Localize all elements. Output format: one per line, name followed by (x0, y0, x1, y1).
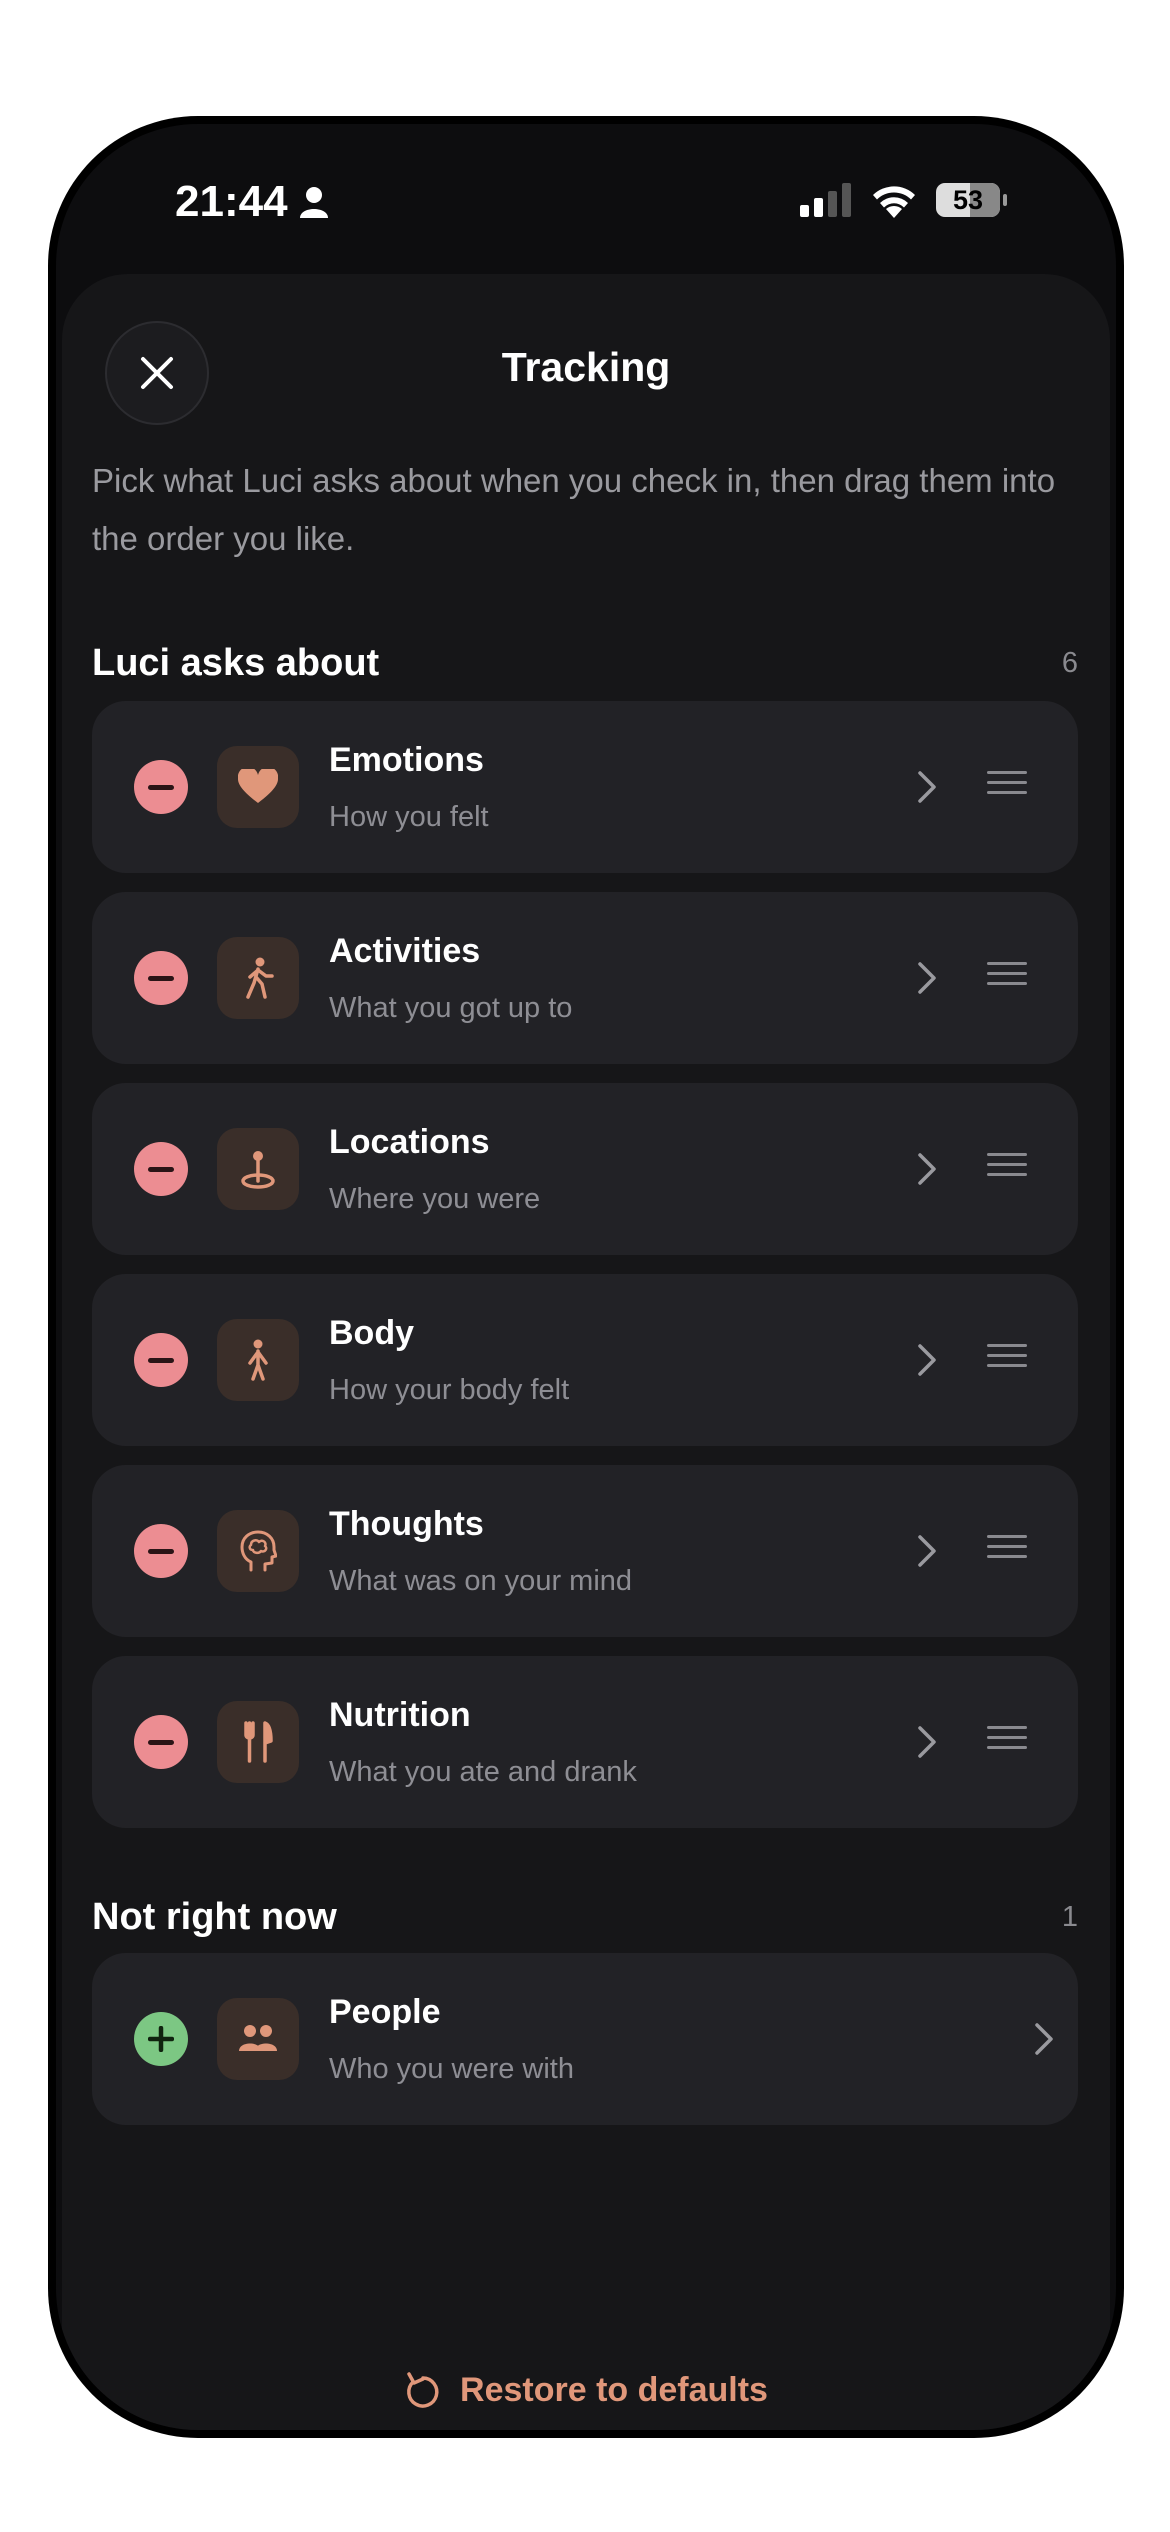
walking-icon (217, 937, 299, 1019)
battery-level: 53 (952, 184, 984, 215)
tracking-item-locations[interactable]: Locations Where you were (92, 1083, 1078, 1255)
item-subtitle: What you ate and drank (329, 1756, 637, 1788)
people-icon (217, 1998, 299, 2080)
status-time: 21:44 (175, 177, 328, 227)
item-title: Body (329, 1314, 414, 1352)
item-subtitle: How you felt (329, 801, 489, 833)
remove-button[interactable] (134, 1142, 188, 1196)
fork-knife-icon (217, 1701, 299, 1783)
item-subtitle: Who you were with (329, 2053, 574, 2085)
drag-handle-icon[interactable] (987, 1153, 1027, 1185)
heart-icon (217, 746, 299, 828)
chevron-right-icon[interactable] (907, 952, 947, 1004)
remove-button[interactable] (134, 760, 188, 814)
inactive-section-header: Not right now 1 (92, 1896, 1078, 1939)
page-description: Pick what Luci asks about when you check… (92, 462, 1056, 557)
item-title: Emotions (329, 741, 484, 779)
item-title: Locations (329, 1123, 490, 1161)
tracking-item-emotions[interactable]: Emotions How you felt (92, 701, 1078, 873)
tracking-item-nutrition[interactable]: Nutrition What you ate and drank (92, 1656, 1078, 1828)
drag-handle-icon[interactable] (987, 1535, 1027, 1567)
tracking-item-people[interactable]: People Who you were with (92, 1953, 1078, 2125)
remove-button[interactable] (134, 1715, 188, 1769)
wifi-icon (873, 186, 915, 218)
remove-button[interactable] (134, 1333, 188, 1387)
item-subtitle: Where you were (329, 1183, 541, 1215)
clock: 21:44 (175, 177, 288, 226)
remove-button[interactable] (134, 1524, 188, 1578)
section-title: Luci asks about (92, 642, 380, 684)
tracking-item-body[interactable]: Body How your body felt (92, 1274, 1078, 1446)
drag-handle-icon[interactable] (987, 1344, 1027, 1376)
item-title: Activities (329, 932, 481, 970)
status-icons: 53 (800, 182, 1007, 218)
page-title: Tracking (501, 344, 671, 390)
tracking-sheet: Tracking Pick what Luci asks about when … (62, 274, 1110, 2430)
add-button[interactable] (134, 2012, 188, 2066)
chevron-right-icon[interactable] (1024, 2013, 1064, 2065)
drag-handle-icon[interactable] (987, 1726, 1027, 1758)
drag-handle-icon[interactable] (987, 962, 1027, 994)
battery-indicator: 53 (936, 183, 1007, 217)
item-title: People (329, 1993, 441, 2031)
restore-icon (407, 2372, 439, 2408)
chevron-right-icon[interactable] (907, 1525, 947, 1577)
drag-handle-icon[interactable] (987, 771, 1027, 803)
chevron-right-icon[interactable] (907, 1716, 947, 1768)
chevron-right-icon[interactable] (907, 1143, 947, 1195)
brain-head-icon (217, 1510, 299, 1592)
item-subtitle: How your body felt (329, 1374, 570, 1406)
plus-icon (148, 2026, 174, 2052)
section-count: 6 (1061, 647, 1078, 679)
person-icon (299, 187, 328, 218)
restore-label: Restore to defaults (460, 2370, 768, 2409)
active-section-header: Luci asks about 6 (92, 642, 1078, 685)
status-bar: 21:44 53 (56, 124, 1116, 274)
remove-button[interactable] (134, 951, 188, 1005)
tracking-item-activities[interactable]: Activities What you got up to (92, 892, 1078, 1064)
item-subtitle: What you got up to (329, 992, 573, 1024)
item-title: Nutrition (329, 1696, 471, 1734)
tracking-item-thoughts[interactable]: Thoughts What was on your mind (92, 1465, 1078, 1637)
screen: 21:44 53 Tracking Pick what Luci asks ab… (56, 124, 1116, 2430)
body-figure-icon (217, 1319, 299, 1401)
cellular-signal-icon (800, 183, 851, 217)
section-title: Not right now (92, 1896, 337, 1938)
chevron-right-icon[interactable] (907, 1334, 947, 1386)
location-pin-icon (217, 1128, 299, 1210)
item-subtitle: What was on your mind (329, 1565, 633, 1597)
section-count: 1 (1061, 1901, 1078, 1933)
item-title: Thoughts (329, 1505, 484, 1543)
restore-defaults-button[interactable]: Restore to defaults (62, 2370, 1110, 2410)
chevron-right-icon[interactable] (907, 761, 947, 813)
